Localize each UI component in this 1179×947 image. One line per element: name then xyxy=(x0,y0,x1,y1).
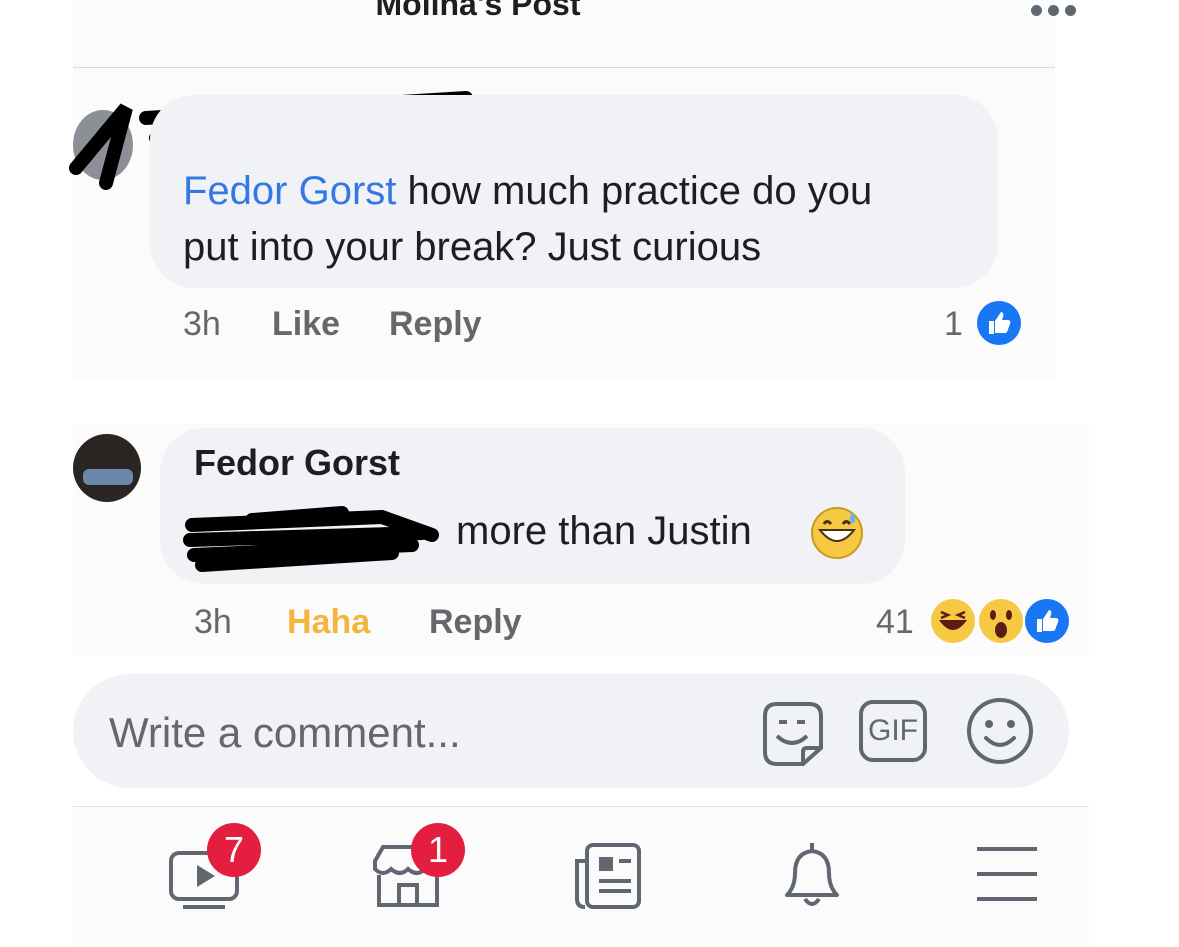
comment-text: more than Justin xyxy=(456,503,752,559)
wow-reaction-icon xyxy=(979,599,1023,643)
reply-button[interactable]: Reply xyxy=(429,603,522,642)
emoji-icon[interactable] xyxy=(965,696,1035,766)
watch-badge: 7 xyxy=(207,823,261,877)
mention-link[interactable]: Fedor Gorst xyxy=(183,169,396,213)
like-button[interactable]: Like xyxy=(272,305,340,344)
tab-news[interactable] xyxy=(565,831,655,921)
comment-text-body: more than Justin xyxy=(456,509,752,553)
haha-reaction-icon xyxy=(931,599,975,643)
grinning-sweat-emoji xyxy=(811,507,863,559)
tab-marketplace[interactable]: 1 xyxy=(365,823,465,921)
reply-button[interactable]: Reply xyxy=(389,305,482,344)
avatar[interactable] xyxy=(73,434,141,502)
marketplace-badge: 1 xyxy=(411,823,465,877)
bell-icon xyxy=(785,843,839,906)
tab-menu[interactable] xyxy=(967,831,1057,921)
tab-watch[interactable]: 7 xyxy=(163,823,261,921)
gif-label: GIF xyxy=(868,714,918,747)
sticker-icon[interactable] xyxy=(755,696,829,770)
news-icon xyxy=(575,843,641,909)
redaction-scribble xyxy=(183,506,439,572)
comment-composer: GIF xyxy=(73,674,1069,788)
comment-time: 3h xyxy=(194,603,232,641)
like-reaction-icon xyxy=(977,301,1021,345)
comment-text: Fedor Gorst how much practice do you put… xyxy=(183,163,983,275)
reaction-count[interactable]: 41 xyxy=(876,603,914,642)
comment-text-line2: put into your break? Just curious xyxy=(183,225,762,269)
bottom-tab-bar: 7 1 xyxy=(73,806,1089,947)
comment-input[interactable] xyxy=(107,704,711,762)
haha-reaction-button[interactable]: Haha xyxy=(287,603,370,642)
gif-button[interactable]: GIF xyxy=(859,700,927,762)
more-options-icon[interactable] xyxy=(1031,0,1091,22)
post-header: Molina's Post xyxy=(73,0,1076,68)
comment-author[interactable]: Fedor Gorst xyxy=(194,442,400,484)
comment-bubble[interactable]: Fedor Gorst how much practice do you put… xyxy=(150,95,998,288)
like-reaction-icon xyxy=(1025,599,1069,643)
comment-text-line1: how much practice do you xyxy=(396,169,873,213)
page-title: Molina's Post xyxy=(375,0,581,22)
comment-time: 3h xyxy=(183,305,221,343)
reaction-count[interactable]: 1 xyxy=(944,305,963,344)
tab-notifications[interactable] xyxy=(767,831,857,921)
menu-icon xyxy=(977,847,1037,901)
